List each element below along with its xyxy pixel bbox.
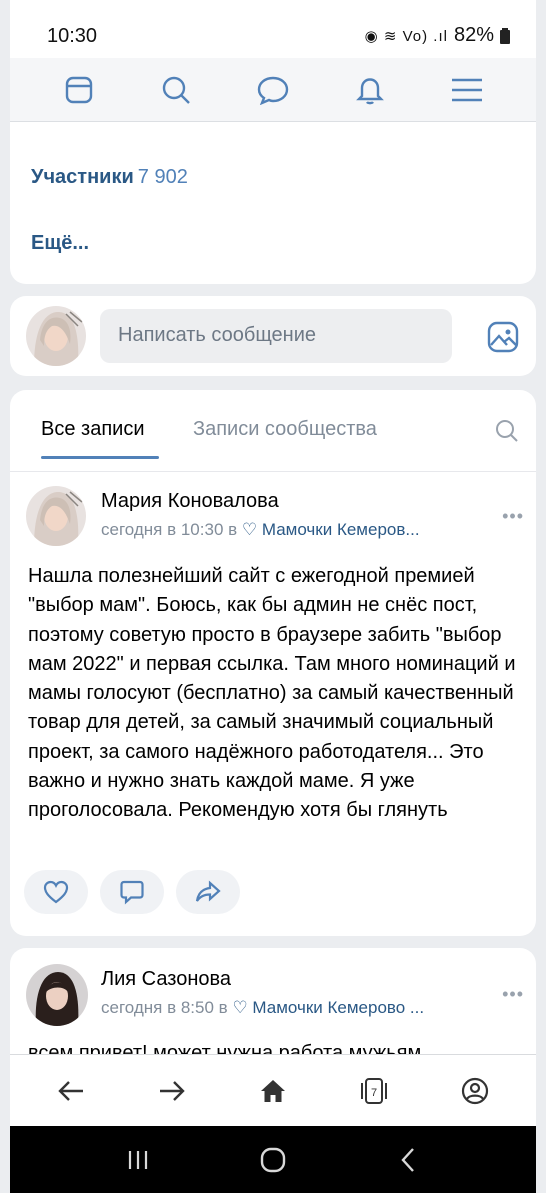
post-author[interactable]: Мария Коновалова	[101, 490, 279, 513]
status-right: ◉ ≋ Vo) .ıl 82%	[365, 24, 510, 47]
top-nav	[10, 58, 536, 122]
search-icon[interactable]	[150, 64, 202, 116]
forward-arrow-icon[interactable]	[150, 1069, 194, 1113]
status-time: 10:30	[47, 25, 98, 47]
tab-all-posts[interactable]: Все записи	[41, 418, 145, 441]
post-in-word-2: в	[213, 998, 233, 1017]
post-time: сегодня в 10:30	[101, 520, 224, 539]
members-count: 7 902	[137, 166, 188, 188]
post-meta: сегодня в 10:30 в ♡ Мамочки Кемеров...	[101, 520, 420, 540]
menu-icon[interactable]	[441, 64, 493, 116]
author-avatar-2[interactable]	[26, 964, 88, 1026]
like-button[interactable]	[24, 870, 88, 914]
comment-icon	[120, 880, 144, 905]
post-meta-2: сегодня в 8:50 в ♡ Мамочки Кемерово ...	[101, 998, 424, 1018]
more-link[interactable]: Ещё...	[31, 232, 89, 255]
right-frame	[536, 0, 546, 1193]
post-group-link[interactable]: ♡ Мамочки Кемеров...	[242, 520, 420, 539]
post-author-2[interactable]: Лия Сазонова	[101, 968, 231, 991]
browser-bottom-bar: 7	[10, 1054, 536, 1126]
post-2: Лия Сазонова сегодня в 8:50 в ♡ Мамочки …	[10, 948, 536, 1058]
post-group-link-2[interactable]: ♡ Мамочки Кемерово ...	[232, 998, 424, 1017]
android-home-icon[interactable]	[253, 1140, 293, 1180]
active-tab-indicator	[41, 456, 159, 459]
messages-icon[interactable]	[247, 64, 299, 116]
recent-apps-icon[interactable]	[118, 1140, 158, 1180]
message-input[interactable]: Написать сообщение	[100, 309, 452, 363]
android-back-icon[interactable]	[388, 1140, 428, 1180]
post-header: Мария Коновалова сегодня в 10:30 в ♡ Мам…	[10, 486, 536, 548]
wall-tabs: Все записи Записи сообщества	[10, 390, 536, 472]
tab-community-posts[interactable]: Записи сообщества	[193, 418, 377, 441]
post-composer: Написать сообщение	[10, 296, 536, 376]
back-arrow-icon[interactable]	[49, 1069, 93, 1113]
heart-icon	[43, 880, 69, 904]
tabs-count: 7	[371, 1087, 377, 1099]
members-link[interactable]: Участники 7 902	[31, 166, 188, 189]
photo-icon[interactable]	[484, 318, 522, 356]
account-icon[interactable]	[453, 1069, 497, 1113]
battery-icon	[500, 27, 510, 44]
status-bar: 10:30 ◉ ≋ Vo) .ıl 82%	[10, 0, 536, 58]
left-frame	[0, 0, 10, 1193]
post-text: Нашла полезнейший сайт с ежегодной преми…	[28, 565, 516, 822]
comment-button[interactable]	[100, 870, 164, 914]
group-info-card: Участники 7 902 Ещё...	[10, 122, 536, 284]
post-more-icon[interactable]: •••	[502, 506, 524, 527]
home-icon[interactable]	[251, 1069, 295, 1113]
notifications-icon[interactable]	[344, 64, 396, 116]
status-icons: ◉ ≋ Vo) .ıl	[364, 27, 448, 45]
tabs-icon[interactable]: 7	[352, 1069, 396, 1113]
post-actions	[24, 870, 240, 914]
android-nav-bar	[10, 1126, 536, 1193]
post-more-icon-2[interactable]: •••	[502, 984, 524, 1005]
battery-level: 82%	[453, 24, 494, 46]
feed-icon[interactable]	[53, 64, 105, 116]
wall-search-icon[interactable]	[494, 418, 520, 444]
post-time-2: сегодня в 8:50	[101, 998, 214, 1017]
members-label: Участники	[31, 166, 134, 188]
share-button[interactable]	[176, 870, 240, 914]
share-icon	[195, 880, 221, 902]
user-avatar[interactable]	[26, 306, 86, 366]
wall-card: Все записи Записи сообщества Мария Конов…	[10, 390, 536, 936]
post-in-word: в	[223, 520, 242, 539]
author-avatar[interactable]	[26, 486, 86, 546]
